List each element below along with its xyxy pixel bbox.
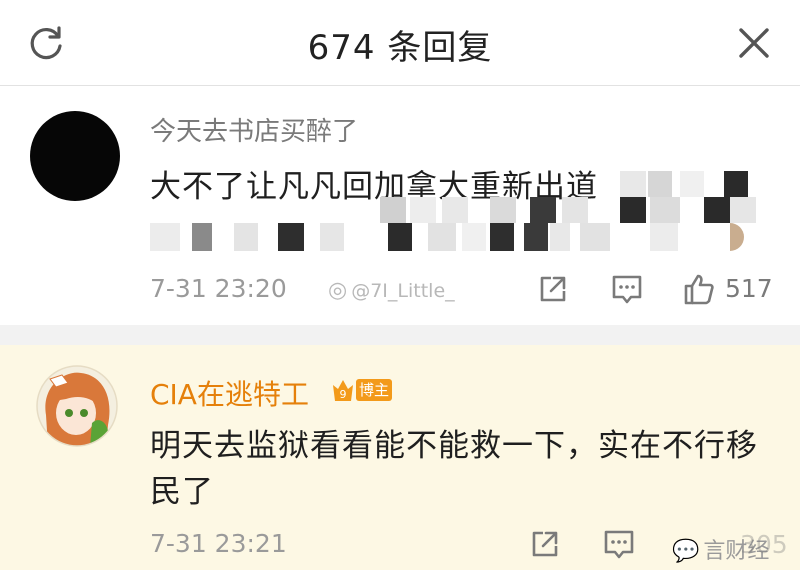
comment-text: 明天去监狱看看能不能救一下，实在不行移民了 bbox=[150, 428, 758, 510]
share-icon[interactable] bbox=[536, 272, 570, 306]
wechat-logo-icon: 💬 bbox=[672, 539, 700, 564]
pixelated-redaction bbox=[150, 157, 760, 267]
comment-username[interactable]: 今天去书店买醉了 bbox=[150, 111, 358, 148]
weibo-watermark: ◎ @7I_Little_ bbox=[328, 278, 455, 303]
comment-username[interactable]: CIA在逃特工 bbox=[150, 373, 309, 413]
avatar[interactable] bbox=[36, 365, 118, 447]
like-count: 305 bbox=[740, 530, 788, 559]
timestamp: 7-31 23:20 bbox=[150, 274, 287, 303]
svg-text:9: 9 bbox=[340, 388, 347, 401]
like-count: 517 bbox=[725, 274, 773, 303]
comment-item: 今天去书店买醉了 大不了让凡凡回加拿大重新出道 7-31 23:20 ◎@7I bbox=[0, 87, 800, 325]
blogger-badge: 9 博主 bbox=[333, 379, 392, 401]
timestamp: 7-31 23:21 bbox=[150, 529, 287, 558]
weibo-logo-icon: ◎ bbox=[328, 278, 348, 303]
comment-item-highlighted: CIA在逃特工 9 博主 明天去监狱看看能不能救一下，实在不行移民了 7-31 … bbox=[0, 345, 800, 570]
reply-header: 674 条回复 bbox=[0, 0, 800, 86]
like-icon[interactable] bbox=[682, 272, 716, 306]
avatar[interactable] bbox=[30, 111, 120, 201]
section-divider bbox=[0, 325, 800, 345]
page-title: 674 条回复 bbox=[307, 28, 493, 68]
close-icon[interactable] bbox=[733, 22, 775, 64]
svg-text:博主: 博主 bbox=[359, 381, 389, 399]
comment-icon[interactable] bbox=[610, 272, 644, 306]
comment-meta: 7-31 23:20 ◎ @7I_Little_ 517 bbox=[150, 270, 780, 310]
comment-icon[interactable] bbox=[602, 527, 636, 561]
share-icon[interactable] bbox=[528, 527, 562, 561]
comment-meta: 7-31 23:21 💬 言财经 305 bbox=[150, 525, 788, 565]
